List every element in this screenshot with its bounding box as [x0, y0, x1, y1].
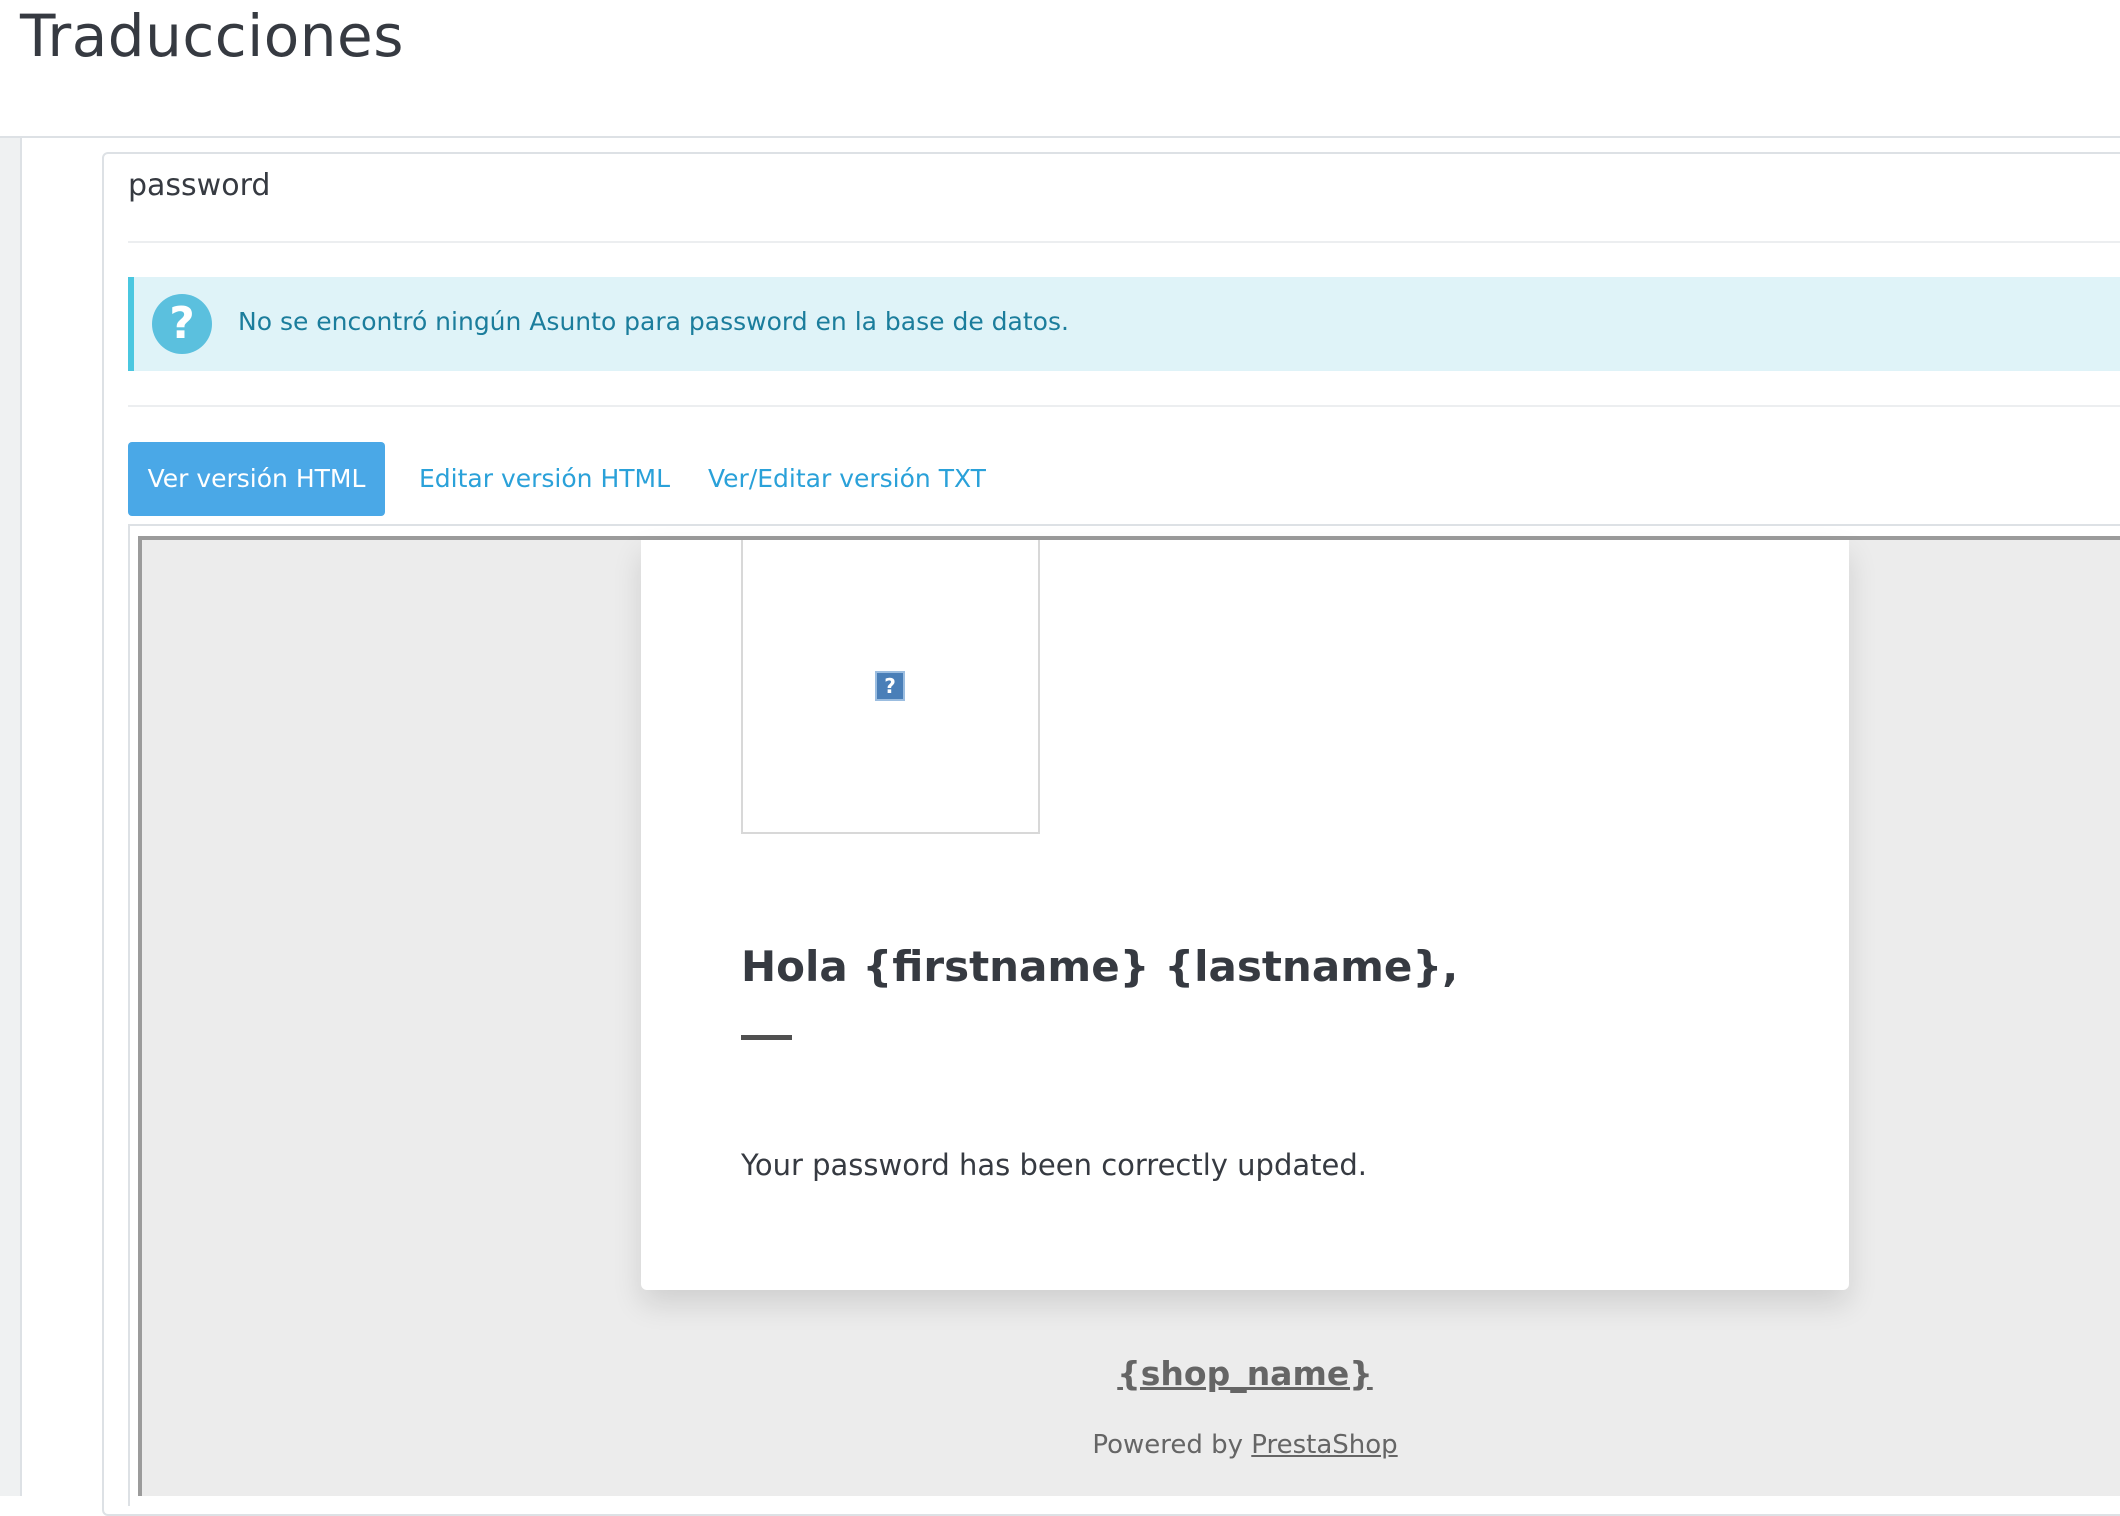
alert-message: No se encontró ningún Asunto para passwo…: [238, 307, 1069, 336]
panel-heading: password: [128, 168, 271, 203]
left-sidebar-strip: [0, 138, 22, 1496]
greeting-underline: [741, 1035, 792, 1040]
tab-view-html[interactable]: Ver versión HTML: [128, 442, 385, 516]
broken-image-icon: ?: [875, 671, 905, 701]
tab-edit-html[interactable]: Editar versión HTML: [419, 442, 670, 516]
page-title: Traducciones: [20, 2, 404, 70]
prestashop-link[interactable]: PrestaShop: [1251, 1430, 1397, 1460]
shop-name-link[interactable]: {shop_name}: [741, 1354, 1749, 1393]
powered-by-prefix: Powered by: [1092, 1430, 1252, 1460]
page-header: Traducciones: [0, 0, 2120, 138]
panel-divider: [128, 241, 2120, 243]
section-divider: [128, 405, 2120, 407]
email-body-text: Your password has been correctly updated…: [741, 1148, 1367, 1182]
email-greeting: Hola {firstname} {lastname},: [741, 942, 1459, 991]
tab-view-edit-txt[interactable]: Ver/Editar versión TXT: [708, 442, 986, 516]
powered-by: Powered by PrestaShop: [741, 1430, 1749, 1460]
info-alert: ? No se encontró ningún Asunto para pass…: [128, 277, 2120, 371]
question-circle-icon: ?: [152, 294, 212, 354]
